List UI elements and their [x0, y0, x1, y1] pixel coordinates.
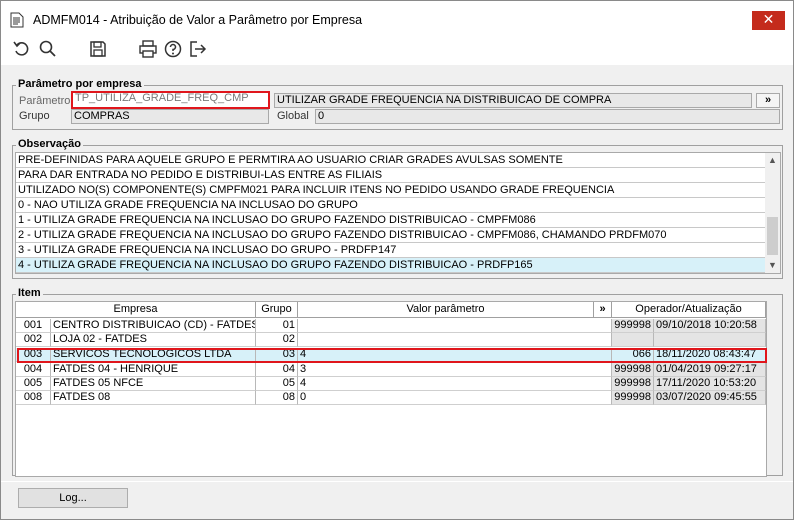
cell-valor[interactable]: 0	[298, 391, 612, 405]
observacao-line: 3 - UTILIZA GRADE FREQUENCIA NA INCLUSAO…	[16, 243, 766, 258]
title-bar: ADMFM014 - Atribuição de Valor a Parâmet…	[1, 1, 793, 39]
cell-operador: 999998	[612, 391, 654, 405]
parametro-label: Parâmetro	[19, 95, 71, 107]
table-row[interactable]: 005 FATDES 05 NFCE 05 4 999998 17/11/202…	[16, 377, 766, 391]
cell-empresa: FATDES 04 - HENRIQUE	[51, 363, 256, 377]
cell-empresa: CENTRO DISTRIBUICAO (CD) - FATDES	[51, 319, 256, 333]
observacao-line: PRE-DEFINIDAS PARA AQUELE GRUPO E PERMTI…	[16, 153, 766, 168]
cell-grupo: 08	[256, 391, 298, 405]
item-legend: Item	[16, 287, 43, 299]
cell-operador: 066	[612, 348, 654, 362]
help-icon[interactable]	[163, 39, 183, 59]
exit-icon[interactable]	[188, 39, 208, 59]
cell-atualizacao: 01/04/2019 09:27:17	[654, 363, 766, 377]
observacao-list[interactable]: PRE-DEFINIDAS PARA AQUELE GRUPO E PERMTI…	[15, 152, 781, 274]
scroll-thumb[interactable]	[767, 217, 778, 255]
observacao-line: PARA DAR ENTRADA NO PEDIDO E DISTRIBUI-L…	[16, 168, 766, 183]
cell-codigo: 001	[16, 319, 51, 333]
print-icon[interactable]	[138, 39, 158, 59]
cell-empresa: FATDES 08	[51, 391, 256, 405]
close-button[interactable]: ✕	[752, 11, 785, 30]
grupo-field: COMPRAS	[71, 109, 269, 124]
cell-empresa: FATDES 05 NFCE	[51, 377, 256, 391]
cell-grupo: 02	[256, 333, 298, 347]
log-button[interactable]: Log...	[18, 488, 128, 508]
scroll-down-icon[interactable]: ▼	[765, 258, 780, 273]
cell-valor[interactable]	[298, 319, 612, 333]
cell-atualizacao	[654, 333, 766, 347]
observacao-scrollbar[interactable]: ▲ ▼	[765, 153, 780, 273]
table-row-selected[interactable]: 003 SERVICOS TECNOLOGICOS LTDA 03 4 066 …	[16, 348, 766, 362]
cell-grupo: 03	[256, 348, 298, 362]
column-header-more-button[interactable]: »	[594, 302, 612, 318]
observacao-line: 2 - UTILIZA GRADE FREQUENCIA NA INCLUSAO…	[16, 228, 766, 243]
global-label: Global	[277, 110, 309, 122]
cell-codigo: 008	[16, 391, 51, 405]
item-grid: Empresa Grupo Valor parâmetro » Operador…	[15, 301, 767, 477]
search-icon[interactable]	[38, 39, 58, 59]
cell-operador: 999998	[612, 319, 654, 333]
main-window: ADMFM014 - Atribuição de Valor a Parâmet…	[0, 0, 794, 520]
parametro-legend: Parâmetro por empresa	[16, 78, 144, 90]
table-row[interactable]: 008 FATDES 08 08 0 999998 03/07/2020 09:…	[16, 391, 766, 405]
cell-grupo: 01	[256, 319, 298, 333]
cell-valor[interactable]	[298, 333, 612, 347]
cell-operador: 999998	[612, 377, 654, 391]
cell-grupo: 05	[256, 377, 298, 391]
cell-codigo: 002	[16, 333, 51, 347]
column-header-operador[interactable]: Operador/Atualização	[612, 302, 766, 318]
cell-atualizacao: 09/10/2018 10:20:58	[654, 319, 766, 333]
column-header-grupo[interactable]: Grupo	[256, 302, 298, 318]
table-row[interactable]: 001 CENTRO DISTRIBUICAO (CD) - FATDES 01…	[16, 319, 766, 333]
cell-valor[interactable]: 3	[298, 363, 612, 377]
observacao-line: 0 - NAO UTILIZA GRADE FREQUENCIA NA INCL…	[16, 198, 766, 213]
window-title: ADMFM014 - Atribuição de Valor a Parâmet…	[33, 13, 363, 27]
column-header-valor[interactable]: Valor parâmetro	[298, 302, 594, 318]
cell-empresa: SERVICOS TECNOLOGICOS LTDA	[51, 348, 256, 362]
column-header-empresa[interactable]: Empresa	[16, 302, 256, 318]
toolbar	[1, 39, 793, 65]
table-row[interactable]: 004 FATDES 04 - HENRIQUE 04 3 999998 01/…	[16, 363, 766, 377]
cell-operador	[612, 333, 654, 347]
parametro-input[interactable]: TP_UTILIZA_GRADE_FREQ_CMP	[71, 91, 270, 109]
undo-icon[interactable]	[12, 39, 32, 59]
cell-codigo: 003	[16, 348, 51, 362]
observacao-line: UTILIZADO NO(S) COMPONENTE(S) CMPFM021 P…	[16, 183, 766, 198]
save-icon[interactable]	[88, 39, 108, 59]
cell-valor[interactable]: 4	[298, 377, 612, 391]
cell-empresa: LOJA 02 - FATDES	[51, 333, 256, 347]
table-row[interactable]: 002 LOJA 02 - FATDES 02	[16, 333, 766, 347]
cell-codigo: 005	[16, 377, 51, 391]
grupo-label: Grupo	[19, 110, 50, 122]
scroll-up-icon[interactable]: ▲	[765, 153, 780, 168]
cell-operador: 999998	[612, 363, 654, 377]
cell-atualizacao: 03/07/2020 09:45:55	[654, 391, 766, 405]
cell-valor[interactable]: 4	[298, 348, 612, 362]
document-icon	[10, 12, 24, 28]
observacao-line: 1 - UTILIZA GRADE FREQUENCIA NA INCLUSAO…	[16, 213, 766, 228]
global-field: 0	[315, 109, 780, 124]
parametro-description: UTILIZAR GRADE FREQUENCIA NA DISTRIBUICA…	[274, 93, 752, 108]
cell-atualizacao: 18/11/2020 08:43:47	[654, 348, 766, 362]
cell-grupo: 04	[256, 363, 298, 377]
cell-codigo: 004	[16, 363, 51, 377]
parametro-more-button[interactable]: »	[756, 93, 780, 108]
observacao-line-selected: 4 - UTILIZA GRADE FREQUENCIA NA INCLUSAO…	[16, 258, 766, 273]
divider	[1, 481, 793, 482]
cell-atualizacao: 17/11/2020 10:53:20	[654, 377, 766, 391]
observacao-legend: Observação	[16, 138, 83, 150]
